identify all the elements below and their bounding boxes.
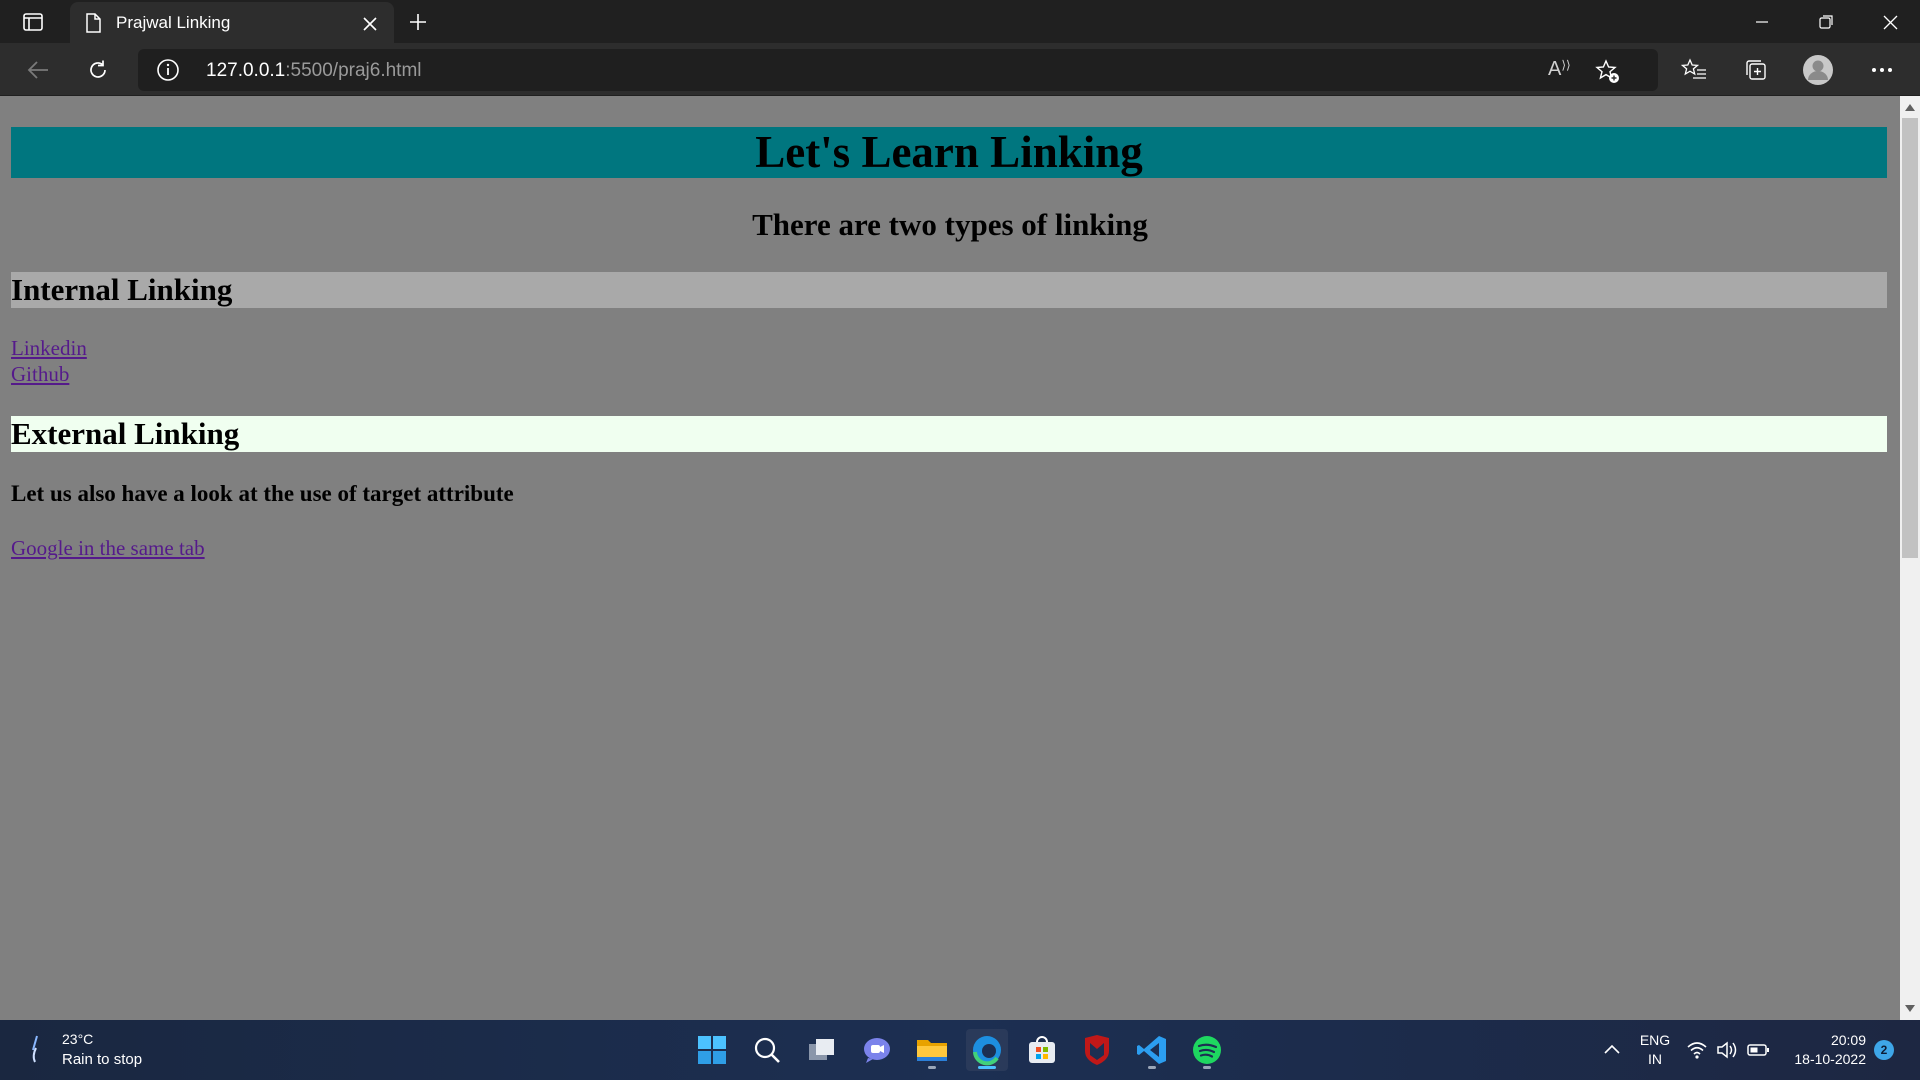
- active-indicator: [978, 1066, 996, 1069]
- scroll-up-arrow-icon[interactable]: [1905, 104, 1915, 111]
- new-tab-button[interactable]: [404, 8, 432, 36]
- clock[interactable]: 20:09 18-10-2022: [1780, 1031, 1866, 1069]
- collections-button[interactable]: [1738, 52, 1774, 88]
- linkedin-link[interactable]: Linkedin: [11, 336, 87, 361]
- system-tray-icons[interactable]: [1686, 1038, 1776, 1062]
- teams-chat-icon: [864, 1038, 890, 1063]
- address-bar[interactable]: 127.0.0.1:5500/praj6.html A⟩⟩: [138, 49, 1658, 91]
- back-button[interactable]: [20, 52, 56, 88]
- page-viewport: Let's Learn Linking There are two types …: [0, 96, 1900, 1020]
- region-code: IN: [1648, 1051, 1662, 1067]
- task-view-icon: [809, 1039, 834, 1060]
- collections-icon: [1746, 60, 1766, 80]
- clock-time: 20:09: [1830, 1032, 1866, 1048]
- rain-weather-icon[interactable]: [26, 1034, 46, 1066]
- add-favorite-icon[interactable]: [1594, 58, 1622, 86]
- more-icon: [1872, 68, 1892, 72]
- tab-actions-icon: [23, 13, 43, 31]
- close-icon: [1883, 15, 1897, 29]
- google-link[interactable]: Google in the same tab: [11, 536, 205, 561]
- language-code: ENG: [1639, 1032, 1671, 1048]
- vscode-button[interactable]: [1131, 1029, 1173, 1071]
- search-button[interactable]: [746, 1029, 788, 1071]
- clock-date: 18-10-2022: [1794, 1051, 1866, 1067]
- restore-icon: [1819, 15, 1833, 29]
- store-icon: [1029, 1036, 1055, 1063]
- volume-icon: [1717, 1041, 1737, 1059]
- external-linking-heading: External Linking: [11, 416, 1887, 452]
- browser-tab[interactable]: Prajwal Linking: [70, 2, 394, 43]
- vscode-icon: [1137, 1036, 1166, 1064]
- vertical-scrollbar[interactable]: [1900, 96, 1920, 1020]
- plus-icon: [410, 14, 426, 30]
- tab-title: Prajwal Linking: [116, 13, 231, 32]
- search-icon: [754, 1037, 780, 1063]
- running-indicator: [928, 1066, 936, 1069]
- profile-button[interactable]: [1800, 52, 1836, 88]
- start-button[interactable]: [691, 1029, 733, 1071]
- target-attribute-heading: Let us also have a look at the use of ta…: [11, 481, 514, 506]
- refresh-button[interactable]: [80, 52, 116, 88]
- spotify-icon: [1193, 1036, 1221, 1064]
- file-explorer-button[interactable]: [911, 1029, 953, 1071]
- wifi-icon: [1687, 1042, 1707, 1059]
- weather-temperature[interactable]: 23°C: [62, 1031, 93, 1047]
- github-link[interactable]: Github: [11, 362, 69, 387]
- url-text[interactable]: 127.0.0.1:5500/praj6.html: [206, 60, 422, 82]
- avatar-icon: [1803, 55, 1833, 85]
- language-indicator[interactable]: ENG IN: [1638, 1031, 1672, 1069]
- file-explorer-icon: [917, 1040, 947, 1061]
- tab-actions-button[interactable]: [12, 8, 54, 36]
- taskbar: 23°C Rain to stop ENGIN 20:0918-10-202: [0, 1020, 1920, 1080]
- close-window-button[interactable]: [1868, 6, 1912, 38]
- teams-chat-button[interactable]: [856, 1029, 898, 1071]
- url-host: 127.0.0.1: [206, 60, 286, 81]
- url-path: :5500/praj6.html: [285, 60, 422, 81]
- page-subheading: There are two types of linking: [752, 207, 1148, 242]
- scroll-thumb[interactable]: [1902, 118, 1918, 558]
- chevron-up-icon[interactable]: [1600, 1038, 1624, 1062]
- minimize-button[interactable]: [1740, 6, 1784, 38]
- scroll-down-arrow-icon[interactable]: [1905, 1005, 1915, 1012]
- spotify-button[interactable]: [1186, 1029, 1228, 1071]
- mcafee-icon: [1085, 1035, 1109, 1065]
- start-icon: [698, 1036, 726, 1064]
- task-view-button[interactable]: [801, 1029, 843, 1071]
- running-indicator: [1148, 1066, 1156, 1069]
- browser-toolbar: 127.0.0.1:5500/praj6.html A⟩⟩: [0, 43, 1920, 95]
- tab-strip: Prajwal Linking: [0, 0, 1920, 43]
- restore-button[interactable]: [1804, 6, 1848, 38]
- tab-close-button[interactable]: [356, 10, 384, 38]
- settings-menu-button[interactable]: [1864, 52, 1900, 88]
- store-button[interactable]: [1021, 1029, 1063, 1071]
- document-icon: [86, 13, 101, 33]
- refresh-icon: [90, 60, 106, 78]
- weather-description[interactable]: Rain to stop: [62, 1051, 142, 1068]
- arrow-left-icon: [27, 61, 48, 79]
- read-aloud-icon[interactable]: A⟩⟩: [1548, 58, 1571, 81]
- edge-button[interactable]: [966, 1029, 1008, 1071]
- close-icon: [363, 17, 377, 31]
- mcafee-button[interactable]: [1076, 1029, 1118, 1071]
- page-heading: Let's Learn Linking: [11, 127, 1887, 178]
- running-indicator: [1203, 1066, 1211, 1069]
- minimize-icon: [1756, 21, 1768, 23]
- favorites-button[interactable]: [1676, 52, 1712, 88]
- notification-badge[interactable]: 2: [1874, 1040, 1894, 1060]
- battery-icon: [1747, 1044, 1769, 1056]
- edge-icon: [973, 1036, 1001, 1066]
- internal-linking-heading: Internal Linking: [11, 272, 1887, 308]
- favorites-icon: [1681, 58, 1706, 79]
- info-icon[interactable]: [156, 58, 180, 82]
